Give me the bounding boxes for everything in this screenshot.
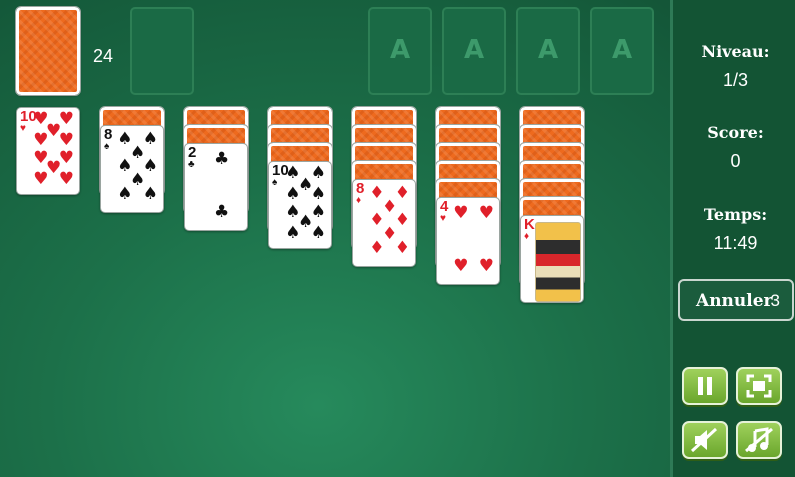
pip-icon: ♥ — [58, 169, 75, 190]
pip-icon: ♠ — [310, 184, 327, 205]
pip-icon: ♠ — [142, 183, 159, 204]
face-up-card[interactable]: 4 ♥ ♥ ♥ ♥ ♥ — [436, 197, 500, 285]
pause-button[interactable] — [682, 367, 728, 405]
foundation-3[interactable]: A — [516, 7, 580, 95]
face-up-card[interactable]: 10 ♠ ♠ ♠ ♠ ♠ ♠ ♠ ♠ ♠ ♠ ♠ — [268, 161, 332, 249]
undo-label: Annuler — [696, 291, 773, 311]
fullscreen-icon — [746, 374, 772, 398]
stock-pile[interactable] — [15, 6, 81, 96]
pip-icon: ♠ — [310, 223, 327, 244]
card-rank: 8 — [356, 180, 365, 197]
undo-count: 3 — [770, 291, 780, 310]
face-up-card[interactable]: 8 ♦ ♦ ♦ ♦ ♦ ♦ ♦ ♦ ♦ — [352, 179, 416, 267]
sidebar: Niveau: 1/3 Score: 0 Temps: 11:49 Annule… — [670, 0, 795, 477]
card-rank: 4 — [440, 198, 449, 215]
music-off-icon — [745, 427, 773, 453]
card-rank: 2 — [188, 144, 197, 161]
face-up-card[interactable]: 10 ♥ ♥ ♥ ♥ ♥ ♥ ♥ ♥ ♥ ♥ ♥ — [16, 107, 80, 195]
score-label: Score: — [707, 123, 764, 142]
level-value: 1/3 — [722, 70, 749, 90]
score-value: 0 — [730, 151, 741, 171]
time-label: Temps: — [703, 205, 768, 224]
foundation-label: A — [389, 35, 411, 65]
pip-icon: ♣ — [214, 201, 230, 222]
foundation-label: A — [611, 35, 633, 65]
undo-button[interactable]: Annuler 3 — [678, 279, 794, 321]
pip-icon: ♠ — [285, 223, 301, 244]
music-toggle-button[interactable] — [736, 421, 782, 459]
time-value: 11:49 — [713, 233, 758, 253]
waste-pile[interactable] — [130, 7, 194, 95]
card-rank: K — [524, 216, 535, 233]
pip-icon: ♥ — [478, 255, 495, 276]
foundation-4[interactable]: A — [590, 7, 654, 95]
stock-count: 24 — [93, 46, 114, 66]
sound-off-icon — [690, 427, 718, 453]
king-portrait — [535, 222, 581, 302]
pip-icon: ♥ — [58, 130, 75, 151]
card-suit-icon: ♥ — [20, 123, 26, 134]
foundation-2[interactable]: A — [442, 7, 506, 95]
card-rank: 8 — [104, 126, 113, 143]
sound-toggle-button[interactable] — [682, 421, 728, 459]
foundation-label: A — [463, 35, 485, 65]
card-suit-icon: ♦ — [524, 231, 530, 242]
foundation-label: A — [537, 35, 559, 65]
pip-icon: ♣ — [214, 148, 230, 169]
card-suit-icon: ♥ — [440, 213, 446, 224]
card-suit-icon: ♣ — [188, 159, 195, 170]
pip-icon: ♥ — [33, 169, 49, 190]
pip-icon: ♦ — [394, 237, 411, 258]
card-suit-icon: ♠ — [104, 141, 110, 152]
fullscreen-button[interactable] — [736, 367, 782, 405]
pip-icon: ♥ — [453, 202, 469, 223]
pause-icon — [698, 377, 712, 395]
pip-icon: ♥ — [33, 130, 49, 151]
pip-icon: ♠ — [285, 184, 301, 205]
face-up-card[interactable]: K ♦ — [520, 215, 584, 303]
foundation-1[interactable]: A — [368, 7, 432, 95]
level-label: Niveau: — [701, 42, 770, 61]
pip-icon: ♥ — [478, 202, 495, 223]
card-suit-icon: ♦ — [356, 195, 362, 206]
game-board: 24 A A A A 10 ♥ ♥ ♥ ♥ ♥ ♥ ♥ ♥ ♥ ♥ ♥ 8 ♠ ♠ ♠ ♠ ♠ ♠ ♠ ♠ ♠ 2 ♣ ♣ ♣ 10… — [0, 0, 670, 477]
pip-icon: ♥ — [453, 255, 469, 276]
pip-icon: ♦ — [369, 237, 385, 258]
card-suit-icon: ♠ — [272, 177, 278, 188]
face-up-card[interactable]: 2 ♣ ♣ ♣ — [184, 143, 248, 231]
face-up-card[interactable]: 8 ♠ ♠ ♠ ♠ ♠ ♠ ♠ ♠ ♠ — [100, 125, 164, 213]
pip-icon: ♠ — [117, 183, 133, 204]
